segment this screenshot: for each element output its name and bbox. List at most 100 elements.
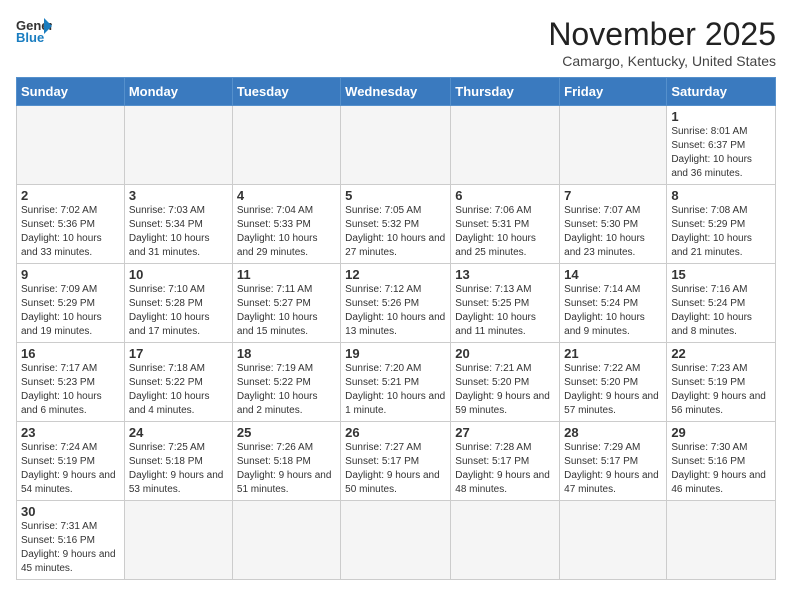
day-number: 18: [237, 346, 336, 361]
calendar-cell: [232, 106, 340, 185]
calendar-cell: 7Sunrise: 7:07 AM Sunset: 5:30 PM Daylig…: [560, 185, 667, 264]
week-row-5: 30Sunrise: 7:31 AM Sunset: 5:16 PM Dayli…: [17, 501, 776, 580]
day-number: 20: [455, 346, 555, 361]
day-info: Sunrise: 7:25 AM Sunset: 5:18 PM Dayligh…: [129, 441, 228, 497]
calendar-cell: [124, 106, 232, 185]
day-number: 22: [671, 346, 771, 361]
calendar-cell: [451, 501, 560, 580]
day-info: Sunrise: 7:31 AM Sunset: 5:16 PM Dayligh…: [21, 520, 120, 576]
calendar-cell: 23Sunrise: 7:24 AM Sunset: 5:19 PM Dayli…: [17, 422, 125, 501]
day-info: Sunrise: 7:22 AM Sunset: 5:20 PM Dayligh…: [564, 362, 662, 418]
calendar-cell: [341, 106, 451, 185]
day-number: 4: [237, 188, 336, 203]
day-number: 3: [129, 188, 228, 203]
calendar-cell: 6Sunrise: 7:06 AM Sunset: 5:31 PM Daylig…: [451, 185, 560, 264]
day-info: Sunrise: 7:06 AM Sunset: 5:31 PM Dayligh…: [455, 204, 555, 260]
day-number: 17: [129, 346, 228, 361]
day-info: Sunrise: 7:28 AM Sunset: 5:17 PM Dayligh…: [455, 441, 555, 497]
day-info: Sunrise: 7:13 AM Sunset: 5:25 PM Dayligh…: [455, 283, 555, 339]
week-row-1: 2Sunrise: 7:02 AM Sunset: 5:36 PM Daylig…: [17, 185, 776, 264]
week-row-0: 1Sunrise: 8:01 AM Sunset: 6:37 PM Daylig…: [17, 106, 776, 185]
calendar-cell: 28Sunrise: 7:29 AM Sunset: 5:17 PM Dayli…: [560, 422, 667, 501]
day-info: Sunrise: 7:24 AM Sunset: 5:19 PM Dayligh…: [21, 441, 120, 497]
day-number: 9: [21, 267, 120, 282]
calendar-cell: 25Sunrise: 7:26 AM Sunset: 5:18 PM Dayli…: [232, 422, 340, 501]
day-number: 23: [21, 425, 120, 440]
calendar-cell: 17Sunrise: 7:18 AM Sunset: 5:22 PM Dayli…: [124, 343, 232, 422]
calendar-cell: [560, 501, 667, 580]
day-info: Sunrise: 7:04 AM Sunset: 5:33 PM Dayligh…: [237, 204, 336, 260]
week-row-4: 23Sunrise: 7:24 AM Sunset: 5:19 PM Dayli…: [17, 422, 776, 501]
day-number: 8: [671, 188, 771, 203]
day-number: 26: [345, 425, 446, 440]
calendar-cell: 22Sunrise: 7:23 AM Sunset: 5:19 PM Dayli…: [667, 343, 776, 422]
day-number: 21: [564, 346, 662, 361]
day-info: Sunrise: 7:09 AM Sunset: 5:29 PM Dayligh…: [21, 283, 120, 339]
day-info: Sunrise: 7:08 AM Sunset: 5:29 PM Dayligh…: [671, 204, 771, 260]
col-header-wednesday: Wednesday: [341, 78, 451, 106]
week-row-2: 9Sunrise: 7:09 AM Sunset: 5:29 PM Daylig…: [17, 264, 776, 343]
day-number: 16: [21, 346, 120, 361]
day-info: Sunrise: 7:27 AM Sunset: 5:17 PM Dayligh…: [345, 441, 446, 497]
calendar-cell: 2Sunrise: 7:02 AM Sunset: 5:36 PM Daylig…: [17, 185, 125, 264]
day-info: Sunrise: 7:07 AM Sunset: 5:30 PM Dayligh…: [564, 204, 662, 260]
day-number: 13: [455, 267, 555, 282]
svg-text:Blue: Blue: [16, 30, 44, 45]
calendar-cell: 26Sunrise: 7:27 AM Sunset: 5:17 PM Dayli…: [341, 422, 451, 501]
day-number: 27: [455, 425, 555, 440]
calendar-cell: 9Sunrise: 7:09 AM Sunset: 5:29 PM Daylig…: [17, 264, 125, 343]
calendar-cell: [667, 501, 776, 580]
logo-icon: General Blue: [16, 16, 52, 46]
calendar-cell: 3Sunrise: 7:03 AM Sunset: 5:34 PM Daylig…: [124, 185, 232, 264]
page-header: General Blue November 2025 Camargo, Kent…: [16, 16, 776, 69]
col-header-thursday: Thursday: [451, 78, 560, 106]
day-info: Sunrise: 7:30 AM Sunset: 5:16 PM Dayligh…: [671, 441, 771, 497]
day-info: Sunrise: 7:29 AM Sunset: 5:17 PM Dayligh…: [564, 441, 662, 497]
day-info: Sunrise: 7:10 AM Sunset: 5:28 PM Dayligh…: [129, 283, 228, 339]
day-info: Sunrise: 7:20 AM Sunset: 5:21 PM Dayligh…: [345, 362, 446, 418]
calendar-cell: 27Sunrise: 7:28 AM Sunset: 5:17 PM Dayli…: [451, 422, 560, 501]
calendar-cell: 30Sunrise: 7:31 AM Sunset: 5:16 PM Dayli…: [17, 501, 125, 580]
day-number: 24: [129, 425, 228, 440]
logo: General Blue: [16, 16, 52, 46]
day-info: Sunrise: 7:05 AM Sunset: 5:32 PM Dayligh…: [345, 204, 446, 260]
day-number: 2: [21, 188, 120, 203]
day-info: Sunrise: 7:23 AM Sunset: 5:19 PM Dayligh…: [671, 362, 771, 418]
location: Camargo, Kentucky, United States: [548, 53, 776, 69]
calendar-header-row: SundayMondayTuesdayWednesdayThursdayFrid…: [17, 78, 776, 106]
calendar-cell: [124, 501, 232, 580]
day-info: Sunrise: 7:11 AM Sunset: 5:27 PM Dayligh…: [237, 283, 336, 339]
day-info: Sunrise: 7:12 AM Sunset: 5:26 PM Dayligh…: [345, 283, 446, 339]
calendar-cell: 20Sunrise: 7:21 AM Sunset: 5:20 PM Dayli…: [451, 343, 560, 422]
calendar-cell: 13Sunrise: 7:13 AM Sunset: 5:25 PM Dayli…: [451, 264, 560, 343]
calendar-cell: 19Sunrise: 7:20 AM Sunset: 5:21 PM Dayli…: [341, 343, 451, 422]
calendar-cell: 5Sunrise: 7:05 AM Sunset: 5:32 PM Daylig…: [341, 185, 451, 264]
calendar-cell: 15Sunrise: 7:16 AM Sunset: 5:24 PM Dayli…: [667, 264, 776, 343]
day-number: 7: [564, 188, 662, 203]
day-info: Sunrise: 7:18 AM Sunset: 5:22 PM Dayligh…: [129, 362, 228, 418]
col-header-sunday: Sunday: [17, 78, 125, 106]
calendar-cell: 16Sunrise: 7:17 AM Sunset: 5:23 PM Dayli…: [17, 343, 125, 422]
calendar-cell: [17, 106, 125, 185]
month-title: November 2025: [548, 16, 776, 53]
col-header-monday: Monday: [124, 78, 232, 106]
day-number: 15: [671, 267, 771, 282]
calendar-cell: 4Sunrise: 7:04 AM Sunset: 5:33 PM Daylig…: [232, 185, 340, 264]
calendar-cell: 1Sunrise: 8:01 AM Sunset: 6:37 PM Daylig…: [667, 106, 776, 185]
day-number: 10: [129, 267, 228, 282]
day-info: Sunrise: 7:16 AM Sunset: 5:24 PM Dayligh…: [671, 283, 771, 339]
title-block: November 2025 Camargo, Kentucky, United …: [548, 16, 776, 69]
day-number: 6: [455, 188, 555, 203]
week-row-3: 16Sunrise: 7:17 AM Sunset: 5:23 PM Dayli…: [17, 343, 776, 422]
col-header-saturday: Saturday: [667, 78, 776, 106]
calendar-table: SundayMondayTuesdayWednesdayThursdayFrid…: [16, 77, 776, 580]
day-number: 28: [564, 425, 662, 440]
day-number: 30: [21, 504, 120, 519]
day-number: 11: [237, 267, 336, 282]
day-number: 29: [671, 425, 771, 440]
day-number: 1: [671, 109, 771, 124]
calendar-cell: 11Sunrise: 7:11 AM Sunset: 5:27 PM Dayli…: [232, 264, 340, 343]
calendar-cell: [451, 106, 560, 185]
day-number: 19: [345, 346, 446, 361]
day-number: 12: [345, 267, 446, 282]
